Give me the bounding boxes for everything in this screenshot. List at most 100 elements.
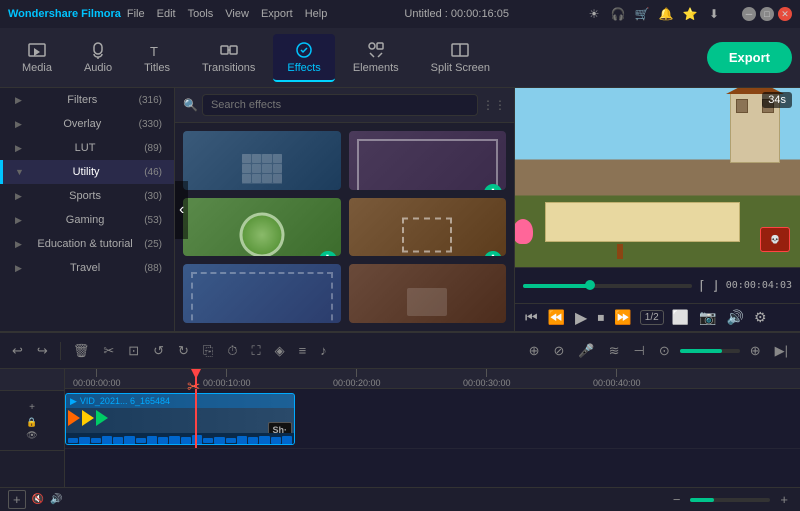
preview-progress-bar[interactable]: [523, 284, 692, 288]
skip-back-button[interactable]: ⏮: [523, 307, 540, 328]
clip-header: ▶ VID_2021... 6_165484: [66, 394, 294, 408]
mute-icon[interactable]: 🔇: [32, 494, 44, 505]
effect-card-mosaic[interactable]: Mosaic: [183, 131, 341, 190]
video-clip[interactable]: ▶ VID_2021... 6_165484 Sh·: [65, 393, 295, 445]
effect-button[interactable]: ◈: [271, 341, 289, 361]
category-label: Overlay: [63, 118, 101, 130]
zoom-out-button[interactable]: −: [669, 490, 685, 509]
speaker-icon[interactable]: 🔊: [50, 494, 62, 505]
delete-button[interactable]: 🗑: [69, 341, 94, 361]
track-labels: + 🔒 👁: [0, 369, 65, 487]
category-gaming[interactable]: ▶ Gaming (53): [0, 208, 174, 232]
category-utility[interactable]: ▼ Utility (46): [0, 160, 174, 184]
audio-edit-button[interactable]: ♪: [316, 341, 331, 360]
effect-card-5[interactable]: [183, 264, 341, 323]
category-label: LUT: [75, 142, 96, 154]
timer-button[interactable]: ⏱: [223, 341, 241, 361]
menu-export[interactable]: Export: [261, 8, 293, 20]
menu-tools[interactable]: Tools: [188, 8, 214, 20]
fullscreen-button[interactable]: ⛶: [248, 341, 265, 361]
toolbar-effects[interactable]: Effects: [273, 34, 334, 82]
toolbar-audio[interactable]: Audio: [70, 34, 126, 82]
toolbar-effects-label: Effects: [287, 62, 320, 74]
menu-view[interactable]: View: [225, 8, 249, 20]
track-add-button[interactable]: +: [25, 400, 39, 415]
more-button[interactable]: ▶|: [771, 341, 792, 361]
toolbar-splitscreen[interactable]: Split Screen: [417, 34, 504, 82]
step-forward-button[interactable]: ⏩: [612, 307, 633, 328]
bell-icon[interactable]: 🔔: [658, 6, 674, 22]
toolbar-media[interactable]: Media: [8, 34, 66, 82]
play-button[interactable]: ▶: [573, 306, 589, 330]
effect-card-shape-mask[interactable]: ⬇ Shape Mask: [349, 198, 507, 257]
search-input[interactable]: [202, 94, 478, 116]
export-button[interactable]: Export: [707, 42, 792, 73]
mic-button[interactable]: 🎤: [574, 341, 598, 361]
category-filters[interactable]: ▶ Filters (316): [0, 88, 174, 112]
download-icon[interactable]: ⬇: [706, 6, 722, 22]
menu-bar[interactable]: File Edit Tools View Export Help: [127, 8, 327, 20]
effect-card-border[interactable]: ⬇ Border: [349, 131, 507, 190]
add-track-button[interactable]: +: [8, 490, 26, 509]
screen-icon[interactable]: ⬜: [670, 307, 691, 328]
step-back-button[interactable]: ⏪: [546, 307, 567, 328]
timeline-zoom-bar[interactable]: [690, 498, 770, 502]
minimize-button[interactable]: ─: [742, 7, 756, 21]
cut-button[interactable]: ✂: [99, 341, 118, 361]
speed-button[interactable]: 1/2: [640, 310, 664, 325]
arrow-icon: ▶: [15, 263, 22, 274]
headphone-icon[interactable]: 🎧: [610, 6, 626, 22]
toolbar-titles[interactable]: T Titles: [130, 34, 184, 82]
settings-icon[interactable]: ⚙: [752, 307, 769, 328]
bracket-open[interactable]: ⌈: [700, 278, 705, 294]
effect-card-6[interactable]: [349, 264, 507, 323]
audio-wave-button[interactable]: ≋: [605, 341, 624, 361]
close-button[interactable]: ✕: [778, 7, 792, 21]
category-education[interactable]: ▶ Education & tutorial (25): [0, 232, 174, 256]
progress-handle[interactable]: [585, 280, 595, 290]
timeline-tracks: + 🔒 👁 00:00:00:00 00:00:10:00: [0, 369, 800, 487]
category-sports[interactable]: ▶ Sports (30): [0, 184, 174, 208]
rotate-left-button[interactable]: ↺: [149, 341, 168, 361]
shop-icon[interactable]: 🛒: [634, 6, 650, 22]
rotate-right-button[interactable]: ↻: [174, 341, 193, 361]
star-icon[interactable]: ⭐: [682, 6, 698, 22]
stop-button[interactable]: ⏹: [595, 307, 606, 328]
align-button[interactable]: ≡: [295, 341, 311, 360]
zoom-slider[interactable]: [680, 349, 740, 353]
snap-button[interactable]: ⊕: [525, 341, 544, 361]
redo-button[interactable]: ↪: [33, 341, 52, 361]
crop-button[interactable]: ⊡: [124, 341, 143, 361]
undo-button[interactable]: ↩: [8, 341, 27, 361]
volume-icon[interactable]: 🔊: [725, 307, 746, 328]
prev-arrow-button[interactable]: ‹: [175, 181, 188, 239]
maximize-button[interactable]: □: [760, 7, 774, 21]
toolbar-elements[interactable]: Elements: [339, 34, 413, 82]
title-bar-controls: ☀ 🎧 🛒 🔔 ⭐ ⬇ ─ □ ✕: [586, 6, 792, 22]
grid-options-icon[interactable]: ⋮⋮: [482, 98, 506, 112]
category-lut[interactable]: ▶ LUT (89): [0, 136, 174, 160]
bracket-close[interactable]: ⌋: [713, 278, 718, 294]
search-icon: 🔍: [183, 98, 198, 112]
zoom-in-button[interactable]: +: [776, 490, 792, 509]
menu-edit[interactable]: Edit: [157, 8, 176, 20]
effect-card-image-mask[interactable]: ⬇ Image Mask: [183, 198, 341, 257]
zoom-icon[interactable]: ⊕: [746, 341, 765, 361]
camera-icon[interactable]: 📷: [697, 307, 718, 328]
menu-file[interactable]: File: [127, 8, 145, 20]
lock-button[interactable]: ⊙: [655, 341, 674, 361]
timer-badge: 34s: [762, 92, 792, 108]
magnet-button[interactable]: ⊘: [549, 341, 568, 361]
toolbar-transitions[interactable]: Transitions: [188, 34, 269, 82]
track-lock-icon[interactable]: 🔒: [26, 417, 37, 428]
category-travel[interactable]: ▶ Travel (88): [0, 256, 174, 280]
toolbar-titles-label: Titles: [144, 62, 170, 74]
copy-button[interactable]: ⎘: [199, 341, 217, 361]
menu-help[interactable]: Help: [305, 8, 328, 20]
tree-trunk: [617, 244, 623, 259]
category-overlay[interactable]: ▶ Overlay (330): [0, 112, 174, 136]
effect-thumb-6: [349, 264, 507, 323]
track-eye-icon[interactable]: 👁: [26, 430, 37, 441]
sun-icon[interactable]: ☀: [586, 6, 602, 22]
split-button[interactable]: ⊣: [629, 341, 648, 361]
